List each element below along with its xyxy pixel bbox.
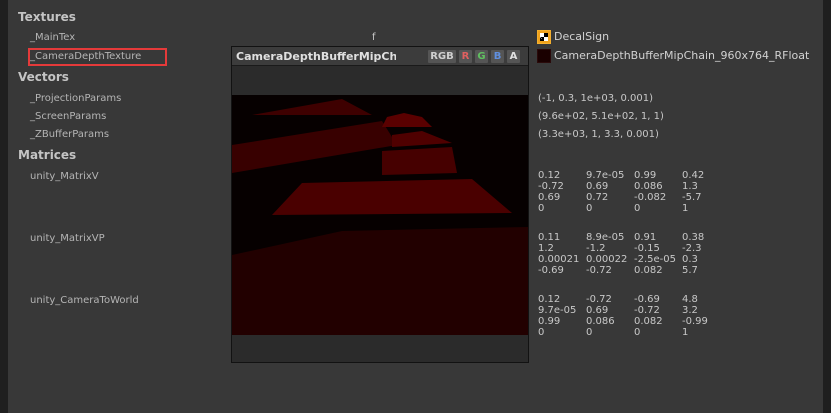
- matrix-cell: 0.38: [682, 232, 705, 243]
- matrix-cell: -0.99: [682, 316, 708, 327]
- matrix-row: 9.7e-05 0.69 -0.72 3.2: [538, 305, 730, 316]
- matrix-cell: 1: [682, 203, 689, 214]
- channel-rgb-button[interactable]: RGB: [428, 50, 456, 63]
- matrix-cell: 5.7: [682, 265, 698, 276]
- vectors-section-header[interactable]: Vectors: [18, 70, 69, 84]
- matrix-cell: -0.082: [634, 192, 667, 203]
- matrix-cell: 0.69: [538, 192, 561, 203]
- matrix-cell: 3.2: [682, 305, 698, 316]
- matrix-cell: 9.7e-05: [538, 305, 577, 316]
- channel-b-button[interactable]: B: [491, 50, 504, 63]
- matrix-cell: -0.72: [538, 181, 564, 192]
- matrix-cell: 0.082: [634, 316, 663, 327]
- texture-ref-decalsign[interactable]: DecalSign: [554, 30, 609, 43]
- texture-ref-depth[interactable]: CameraDepthBufferMipChain_960x764_RFloat: [554, 49, 809, 62]
- textures-section-header[interactable]: Textures: [18, 10, 76, 24]
- depth-plane-6: [272, 179, 512, 215]
- matrix-cell: 0.12: [538, 170, 561, 181]
- matrix-cell: 0: [634, 203, 641, 214]
- matrix-cell: 0.00021: [538, 254, 580, 265]
- vector-prop-value: (9.6e+02, 5.1e+02, 1, 1): [538, 111, 664, 122]
- depth-texture-thumbnail-icon[interactable]: [537, 49, 551, 63]
- channel-r-button[interactable]: R: [459, 50, 472, 63]
- matrix-cell: 0.00022: [586, 254, 628, 265]
- matrix-cell: 0: [586, 203, 593, 214]
- matrix-cell: 1.3: [682, 181, 698, 192]
- channel-g-button[interactable]: G: [475, 50, 488, 63]
- matrix-cell: 0.69: [586, 181, 609, 192]
- preview-header: CameraDepthBufferMipChain_960x764_RFloat…: [232, 47, 528, 66]
- matrix-prop-name: unity_MatrixVP: [30, 233, 105, 244]
- matrix-cell: 0.69: [586, 305, 609, 316]
- texture-prop-flag: f: [372, 32, 376, 43]
- vector-prop-name: _ZBufferParams: [30, 129, 110, 140]
- matrix-row: 0.00021 0.00022 -2.5e-05 0.3: [538, 254, 730, 265]
- channel-a-button[interactable]: A: [507, 50, 520, 63]
- matrix-cell: 0.99: [538, 316, 561, 327]
- matrix-cell: 0.12: [538, 294, 561, 305]
- matrix-value-grid: 0.11 8.9e-05 0.91 0.38 1.2 -1.2 -0.15 -2.3 0.0…: [538, 232, 730, 276]
- matrix-value-grid: 0.12 -0.72 -0.69 4.8 9.7e-05 0.69 -0.72 3.2 0.…: [538, 294, 730, 338]
- matrix-cell: 0: [538, 203, 545, 214]
- matrix-cell: -0.69: [538, 265, 564, 276]
- depth-texture-preview-image: [232, 95, 528, 335]
- matrix-cell: 0.11: [538, 232, 561, 243]
- matrix-cell: -5.7: [682, 192, 702, 203]
- preview-title: CameraDepthBufferMipChain_960x764_RFloat: [236, 50, 396, 63]
- matrix-prop-name: unity_CameraToWorld: [30, 295, 139, 306]
- matrix-cell: -1.2: [586, 243, 606, 254]
- vector-prop-name: _ScreenParams: [30, 111, 107, 122]
- texture-prop-name: _MainTex: [30, 32, 76, 43]
- matrix-row: 0 0 0 1: [538, 327, 730, 338]
- matrix-cell: -0.72: [634, 305, 660, 316]
- matrix-row: 0.12 -0.72 -0.69 4.8: [538, 294, 730, 305]
- matrix-cell: 0.086: [586, 316, 615, 327]
- vector-prop-name: _ProjectionParams: [30, 93, 122, 104]
- vector-prop-value: (3.3e+03, 1, 3.3, 0.001): [538, 129, 659, 140]
- matrix-value-grid: 0.12 9.7e-05 0.99 0.42 -0.72 0.69 0.086 1.3 0.…: [538, 170, 730, 214]
- matrix-cell: -2.5e-05: [634, 254, 676, 265]
- texture-prop-name: _CameraDepthTexture: [30, 51, 142, 62]
- preview-bottom-strip: [232, 335, 528, 362]
- matrix-cell: 0.3: [682, 254, 698, 265]
- matrix-cell: -0.15: [634, 243, 660, 254]
- matrix-cell: 0.72: [586, 192, 609, 203]
- matrix-cell: 1: [682, 327, 689, 338]
- matrix-cell: 0.082: [634, 265, 663, 276]
- matrix-row: 0.12 9.7e-05 0.99 0.42: [538, 170, 730, 181]
- matrix-cell: 9.7e-05: [586, 170, 625, 181]
- matrix-cell: -2.3: [682, 243, 702, 254]
- matrix-cell: -0.69: [634, 294, 660, 305]
- matrix-row: -0.72 0.69 0.086 1.3: [538, 181, 730, 192]
- matrix-cell: 0: [634, 327, 641, 338]
- matrix-row: 0.69 0.72 -0.082 -5.7: [538, 192, 730, 203]
- matrix-cell: 1.2: [538, 243, 554, 254]
- matrix-row: 0.99 0.086 0.082 -0.99: [538, 316, 730, 327]
- matrix-row: 0.11 8.9e-05 0.91 0.38: [538, 232, 730, 243]
- matrix-cell: 0.42: [682, 170, 705, 181]
- matrix-prop-name: unity_MatrixV: [30, 171, 99, 182]
- matrix-row: 0 0 0 1: [538, 203, 730, 214]
- matrix-cell: 8.9e-05: [586, 232, 625, 243]
- matrix-cell: -0.72: [586, 294, 612, 305]
- depth-plane-5: [382, 147, 457, 175]
- matrix-row: 1.2 -1.2 -0.15 -2.3: [538, 243, 730, 254]
- matrix-row: -0.69 -0.72 0.082 5.7: [538, 265, 730, 276]
- decal-texture-thumbnail-icon[interactable]: [537, 30, 551, 44]
- depth-buffer-render: [232, 95, 528, 335]
- texture-preview-window[interactable]: CameraDepthBufferMipChain_960x764_RFloat…: [231, 46, 529, 363]
- matrices-section-header[interactable]: Matrices: [18, 148, 76, 162]
- preview-top-strip: [232, 66, 528, 95]
- matrix-cell: 4.8: [682, 294, 698, 305]
- vector-prop-value: (-1, 0.3, 1e+03, 0.001): [538, 93, 653, 104]
- matrix-cell: 0: [586, 327, 593, 338]
- matrix-cell: 0.086: [634, 181, 663, 192]
- matrix-cell: 0.99: [634, 170, 657, 181]
- matrix-cell: -0.72: [586, 265, 612, 276]
- matrix-cell: 0: [538, 327, 545, 338]
- matrix-cell: 0.91: [634, 232, 657, 243]
